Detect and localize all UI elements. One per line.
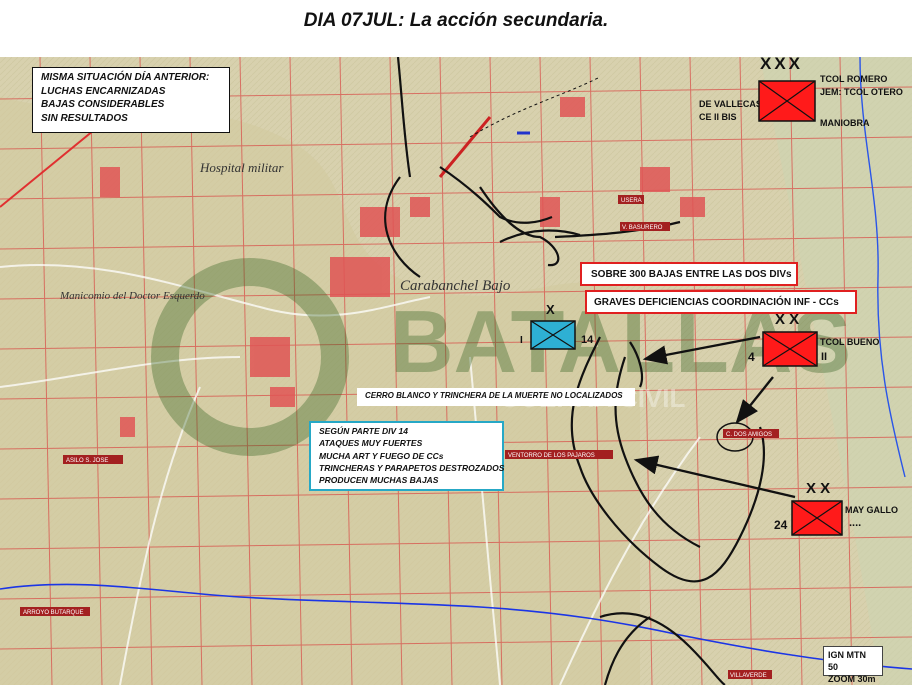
corps-chief-of-staff: JEM: TCOL OTERO bbox=[820, 87, 903, 97]
scale-line-2: ZOOM 30m bbox=[828, 674, 876, 685]
cerro-blanco-callout: CERRO BLANCO Y TRINCHERA DE LA MUERTE NO… bbox=[357, 388, 635, 406]
map-canvas: BATALLAS GUERRA CIVIL Carabanchel Bajo H… bbox=[0, 57, 912, 685]
div14-unit-symbol bbox=[530, 320, 576, 350]
label-manicomio: Manicomio del Doctor Esquerdo bbox=[59, 290, 205, 302]
casualties-callout: SOBRE 300 BAJAS ENTRE LAS DOS DIVs bbox=[580, 262, 798, 286]
gallo-echelon: X X bbox=[806, 480, 831, 497]
label-basurero: V. BASURERO bbox=[622, 225, 663, 231]
label-carabanchel: Carabanchel Bajo bbox=[400, 278, 511, 294]
label-usera: USERA bbox=[621, 198, 642, 204]
corps-left-line-2: CE II BIS bbox=[699, 112, 737, 122]
bueno-unit-symbol bbox=[762, 331, 818, 367]
corps-bottom-label: MANIOBRA bbox=[820, 118, 870, 128]
situation-line: SIN RESULTADOS bbox=[41, 112, 128, 124]
bueno-commander: TCOL BUENO bbox=[820, 337, 880, 347]
cerro-blanco-text: CERRO BLANCO Y TRINCHERA DE LA MUERTE NO… bbox=[365, 391, 623, 400]
gallo-unit-symbol bbox=[791, 500, 843, 536]
div14-left-label: I bbox=[520, 335, 523, 346]
corps-unit-symbol bbox=[758, 80, 816, 122]
bueno-roman: II bbox=[821, 351, 828, 363]
situation-line: MISMA SITUACIÓN DÍA ANTERIOR: bbox=[41, 72, 210, 83]
label-ventorro: VENTORRO DE LOS PAJAROS bbox=[508, 453, 595, 459]
page-title: DIA 07JUL: La acción secundaria. bbox=[303, 10, 609, 31]
label-asilo: ASILO S. JOSE bbox=[66, 458, 108, 464]
corps-commander: TCOL ROMERO bbox=[820, 74, 888, 84]
report-line: PRODUCEN MUCHAS BAJAS bbox=[319, 475, 439, 486]
gallo-number: 24 bbox=[774, 518, 788, 532]
corps-echelon: XXX bbox=[760, 54, 804, 73]
label-villaverde: VILLAVERDE bbox=[730, 673, 767, 679]
coordination-callout: GRAVES DEFICIENCIAS COORDINACIÓN INF - C… bbox=[585, 290, 857, 314]
scale-note: IGN MTN 50 ZOOM 30m bbox=[823, 646, 883, 684]
scale-line-1: IGN MTN 50 bbox=[828, 650, 866, 673]
bueno-echelon: X X bbox=[775, 311, 800, 328]
situation-line: BAJAS CONSIDERABLES bbox=[41, 99, 165, 110]
gallo-commander: MAY GALLO bbox=[845, 505, 899, 515]
label-arroyo: ARROYO BUTARQUE bbox=[23, 610, 84, 616]
bueno-number: 4 bbox=[748, 350, 755, 364]
situation-line: LUCHAS ENCARNIZADAS bbox=[41, 85, 166, 97]
topographic-map: BATALLAS GUERRA CIVIL Carabanchel Bajo H… bbox=[0, 57, 912, 685]
div14-report-box: SEGÚN PARTE DIV 14 ATAQUES MUY FUERTES M… bbox=[309, 421, 504, 491]
coordination-text: GRAVES DEFICIENCIAS COORDINACIÓN INF - C… bbox=[594, 297, 839, 308]
div14-number: 14 bbox=[581, 334, 594, 346]
map-slide: DIA 07JUL: La acción secundaria. BATALLA… bbox=[0, 0, 912, 685]
corps-left-line-1: DE VALLECAS bbox=[699, 99, 762, 109]
label-hospital: Hospital militar bbox=[199, 160, 284, 175]
report-line: MUCHA ART Y FUEGO DE CCs bbox=[319, 450, 444, 461]
situation-box: MISMA SITUACIÓN DÍA ANTERIOR: LUCHAS ENC… bbox=[32, 67, 230, 133]
report-line: SEGÚN PARTE DIV 14 bbox=[319, 426, 408, 436]
report-line: TRINCHERAS Y PARAPETOS DESTROZADOS bbox=[319, 462, 505, 473]
gallo-dots: .... bbox=[849, 517, 862, 529]
report-line: ATAQUES MUY FUERTES bbox=[319, 438, 423, 449]
div14-echelon: X bbox=[546, 302, 555, 317]
casualties-text: SOBRE 300 BAJAS ENTRE LAS DOS DIVs bbox=[591, 269, 792, 280]
label-dos-amigos: C. DOS AMIGOS bbox=[726, 432, 772, 438]
